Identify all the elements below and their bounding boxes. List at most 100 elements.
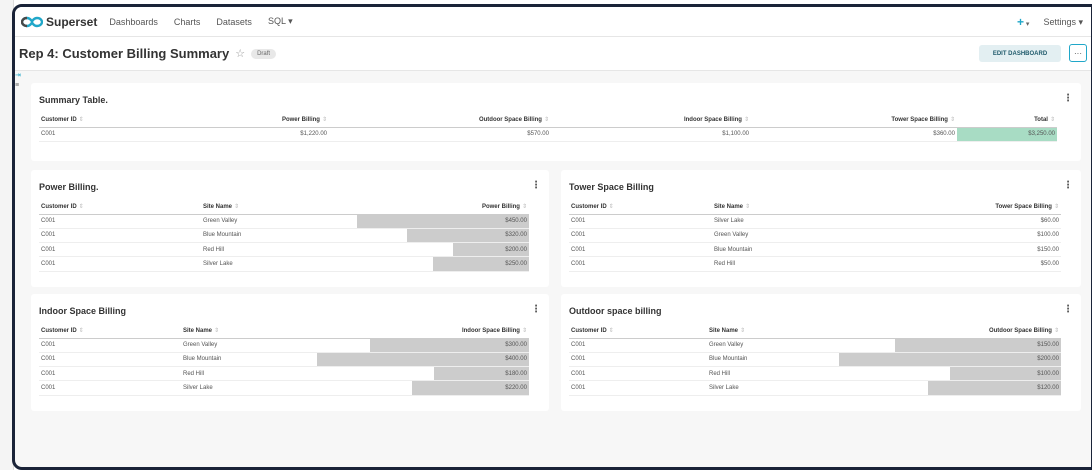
table-cell: C001	[39, 338, 181, 353]
table-cell: Red Hill	[181, 366, 317, 382]
table-header-row: Customer ID ⇕ Site Name ⇕ Power Billing ⇕	[39, 200, 529, 215]
table-cell: $200.00	[1037, 356, 1059, 363]
table-cell: Red Hill	[712, 256, 872, 272]
table-cell: $120.00	[1037, 385, 1059, 392]
column-header[interactable]: Customer ID ⇕	[39, 324, 181, 339]
column-header[interactable]: Site Name ⇕	[201, 200, 357, 215]
table-row: C001 Blue Mountain $200.00	[569, 352, 1061, 368]
column-header[interactable]: Customer ID ⇕	[39, 113, 129, 128]
bar-cell: $100.00	[839, 366, 1061, 382]
column-header[interactable]: Customer ID ⇕	[39, 200, 201, 215]
column-header[interactable]: Outdoor Space Billing ⇕	[329, 113, 551, 128]
column-header[interactable]: Tower Space Billing ⇕	[872, 200, 1061, 215]
table-cell: C001	[569, 256, 712, 272]
indoor-space-billing-table: Customer ID ⇕ Site Name ⇕ Indoor Space Bil…	[39, 324, 529, 396]
column-header[interactable]: Customer ID ⇕	[569, 324, 707, 339]
table-cell: Blue Mountain	[201, 228, 357, 244]
column-header[interactable]: Customer ID ⇕	[569, 200, 712, 215]
chevron-down-icon: ▾	[1023, 21, 1030, 28]
nav-datasets[interactable]: Datasets	[216, 17, 252, 27]
table-cell: C001	[39, 256, 201, 272]
card-menu-icon[interactable]: ⋮	[531, 180, 541, 191]
table-cell: $220.00	[505, 385, 527, 392]
column-header[interactable]: Site Name ⇕	[707, 324, 839, 339]
table-cell: $450.00	[505, 218, 527, 225]
superset-logo-icon	[21, 16, 43, 27]
nav-sql[interactable]: SQL ▾	[268, 16, 293, 27]
bar-cell: $120.00	[839, 380, 1061, 396]
table-cell: $150.00	[872, 242, 1061, 258]
table-cell: $100.00	[872, 228, 1061, 244]
table-row: C001 Blue Mountain $150.00	[569, 242, 1061, 258]
table-cell: Silver Lake	[707, 380, 839, 396]
table-row: C001 Blue Mountain $400.00	[39, 352, 529, 368]
table-cell: $400.00	[505, 356, 527, 363]
column-header[interactable]: Indoor Space Billing ⇕	[317, 324, 529, 339]
indoor-space-billing-title: Indoor Space Billing	[39, 306, 127, 316]
table-row: C001 Green Valley $150.00	[569, 338, 1061, 353]
column-header[interactable]: Indoor Space Billing ⇕	[551, 113, 751, 128]
app-name: Superset	[46, 14, 98, 29]
table-cell: $570.00	[329, 127, 551, 142]
column-header[interactable]: Site Name ⇕	[712, 200, 872, 215]
settings-menu[interactable]: Settings ▾	[1043, 17, 1083, 28]
indoor-space-billing-card: Indoor Space Billing ⋮ Customer ID ⇕ Site…	[31, 294, 549, 411]
draft-badge[interactable]: Draft	[251, 48, 277, 59]
bar-cell: $400.00	[317, 352, 529, 368]
bar-cell: $320.00	[357, 228, 529, 244]
card-menu-icon[interactable]: ⋮	[1063, 304, 1073, 315]
table-row: C001 $1,220.00 $570.00 $1,100.00 $360.00…	[39, 127, 1057, 142]
table-header-row: Customer ID ⇕ Site Name ⇕ Indoor Space Bil…	[39, 324, 529, 339]
card-menu-icon[interactable]: ⋮	[1063, 180, 1073, 191]
nav-charts[interactable]: Charts	[174, 17, 201, 27]
table-cell: Blue Mountain	[707, 352, 839, 368]
table-row: C001 Green Valley $450.00	[39, 214, 529, 229]
summary-table-card: Summary Table. ⋮ Customer ID ⇕ Power Bill…	[31, 83, 1081, 161]
table-row: C001 Silver Lake $250.00	[39, 256, 529, 272]
outdoor-space-billing-card: Outdoor space billing ⋮ Customer ID ⇕ Sit…	[561, 294, 1081, 411]
column-header[interactable]: Outdoor Space Billing ⇕	[839, 324, 1061, 339]
bar-cell: $200.00	[357, 242, 529, 258]
superset-logo[interactable]: Superset	[21, 15, 97, 29]
power-billing-card: Power Billing. ⋮ Customer ID ⇕ Site Name ⇕…	[31, 170, 549, 287]
card-menu-icon[interactable]: ⋮	[531, 304, 541, 315]
table-cell: C001	[569, 242, 712, 258]
nav-dashboards[interactable]: Dashboards	[109, 17, 158, 27]
table-row: C001 Blue Mountain $320.00	[39, 228, 529, 244]
add-new-button[interactable]: + ▾	[1017, 15, 1029, 29]
bar-cell: $200.00	[839, 352, 1061, 368]
browser-window: Superset Dashboards Charts Datasets SQL …	[12, 4, 1092, 470]
table-row: C001 Green Valley $100.00	[569, 228, 1061, 244]
table-row: C001 Red Hill $200.00	[39, 242, 529, 258]
column-header[interactable]: Total ⇕	[957, 113, 1057, 128]
table-cell: C001	[39, 127, 129, 142]
tower-space-billing-title: Tower Space Billing	[569, 182, 654, 192]
table-header-row: Customer ID ⇕ Power Billing ⇕ Outdoor Spac…	[39, 113, 1057, 128]
summary-table: Customer ID ⇕ Power Billing ⇕ Outdoor Spac…	[39, 113, 1057, 142]
table-cell: C001	[39, 380, 181, 396]
navbar-right: + ▾ Settings ▾	[1017, 7, 1083, 37]
table-cell: $60.00	[872, 214, 1061, 229]
filter-icon[interactable]: ≡	[15, 81, 23, 91]
bar-cell: $450.00	[357, 214, 529, 229]
column-header[interactable]: Power Billing ⇕	[129, 113, 329, 128]
expand-filters-icon[interactable]: ⇥	[15, 71, 23, 81]
table-cell: Green Valley	[181, 338, 317, 353]
table-cell: Blue Mountain	[712, 242, 872, 258]
table-cell: C001	[569, 380, 707, 396]
more-options-button[interactable]: ···	[1069, 44, 1087, 62]
table-cell: $360.00	[751, 127, 957, 142]
card-menu-icon[interactable]: ⋮	[1063, 93, 1073, 104]
column-header[interactable]: Site Name ⇕	[181, 324, 317, 339]
table-cell: C001	[39, 242, 201, 258]
favorite-star-icon[interactable]: ☆	[235, 47, 245, 60]
column-header[interactable]: Power Billing ⇕	[357, 200, 529, 215]
plus-icon: +	[1016, 15, 1024, 29]
bar-cell: $220.00	[317, 380, 529, 396]
edit-dashboard-button[interactable]: EDIT DASHBOARD	[979, 45, 1061, 62]
table-cell: $200.00	[505, 246, 527, 253]
table-cell: $150.00	[1037, 342, 1059, 349]
table-row: C001 Red Hill $50.00	[569, 256, 1061, 272]
column-header[interactable]: Tower Space Billing ⇕	[751, 113, 957, 128]
table-row: C001 Silver Lake $220.00	[39, 380, 529, 396]
